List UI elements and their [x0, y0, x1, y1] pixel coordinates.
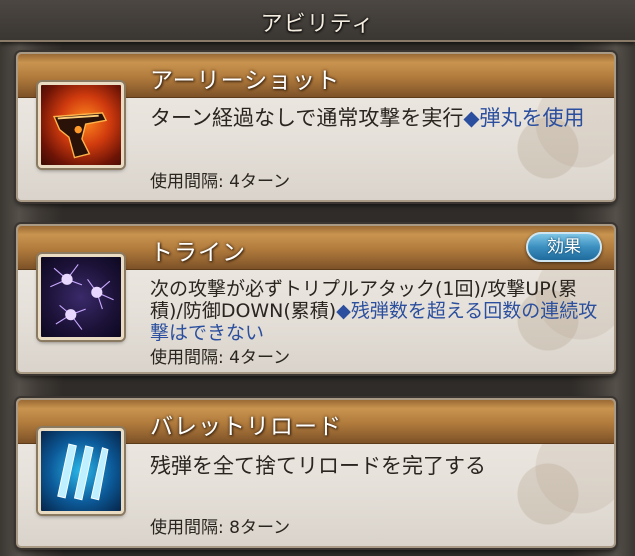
description-text: 残弾を全て捨てリロードを完了する	[150, 454, 486, 478]
ability-cooldown: 使用間隔: 8ターン	[150, 518, 291, 538]
ability-card-bullet-reload[interactable]: バレットリロード 残弾を全て捨てリロードを完了する 使用間隔: 8ターン	[16, 398, 616, 548]
ability-description: 残弾を全て捨てリロードを完了する	[150, 454, 600, 479]
ability-cooldown: 使用間隔: 4ターン	[150, 172, 291, 192]
ability-cooldown: 使用間隔: 4ターン	[150, 348, 291, 368]
ability-card-trine[interactable]: トライン 効果 次の攻撃が必ずトリプルアタック(1回)/攻撃UP(累積)/防御D…	[16, 224, 616, 374]
panel-header: アビリティ	[0, 0, 635, 42]
description-text: ターン経過なしで通常攻撃を実行	[150, 106, 464, 130]
description-note: ◆弾丸を使用	[463, 106, 585, 130]
ability-description: 次の攻撃が必ずトリプルアタック(1回)/攻撃UP(累積)/防御DOWN(累積)◆…	[150, 278, 605, 344]
ability-description: ターン経過なしで通常攻撃を実行◆弾丸を使用	[150, 106, 600, 131]
ability-name: バレットリロード	[150, 414, 342, 440]
bullet-holes-icon[interactable]	[38, 254, 124, 340]
panel-title: アビリティ	[260, 12, 375, 37]
ability-name: アーリーショット	[150, 68, 341, 94]
pistol-icon[interactable]	[38, 82, 124, 168]
reload-icon[interactable]	[38, 428, 124, 514]
ability-panel: アビリティ アーリーショット ターン経過なしで通常攻撃を実行◆弾丸を使用 使用間…	[0, 0, 635, 556]
ability-card-early-shot[interactable]: アーリーショット ターン経過なしで通常攻撃を実行◆弾丸を使用 使用間隔: 4ター…	[16, 52, 616, 202]
effect-button[interactable]: 効果	[526, 232, 602, 262]
ability-name: トライン	[150, 240, 246, 266]
